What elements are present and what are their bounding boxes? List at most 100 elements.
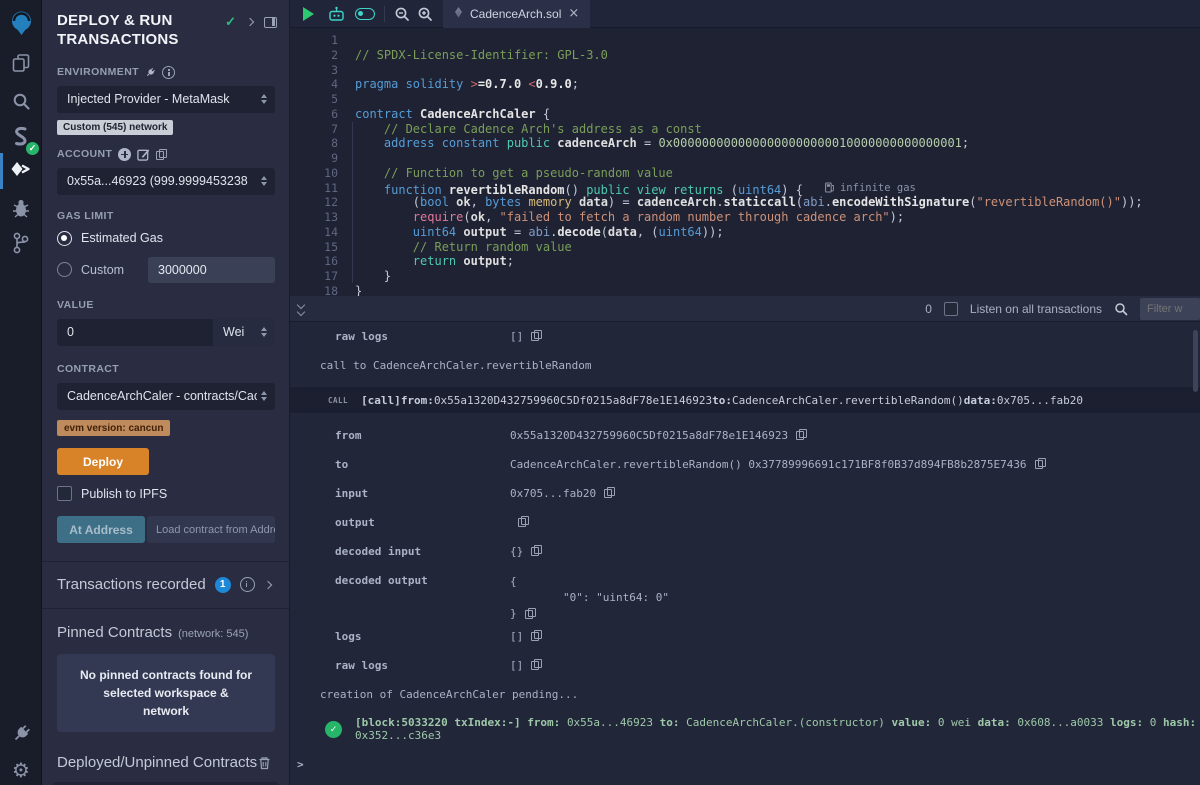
account-select[interactable]: 0x55a...46923 (999.9999453238	[57, 168, 275, 195]
copy-icon[interactable]	[796, 429, 806, 440]
sign-message-icon[interactable]	[137, 148, 150, 161]
deploy-button[interactable]: Deploy	[57, 448, 149, 475]
terminal-key: to	[335, 458, 348, 471]
line-number: 17	[290, 269, 338, 284]
value-unit-select[interactable]: Wei	[213, 319, 275, 346]
code-line[interactable]: 4pragma solidity >=0.7.0 <0.9.0;	[290, 77, 1200, 92]
code-line[interactable]: 9	[290, 151, 1200, 166]
line-number: 11	[290, 181, 338, 196]
file-explorer-icon[interactable]	[0, 52, 42, 74]
copy-icon[interactable]	[531, 545, 541, 556]
run-script-play-icon[interactable]	[303, 7, 314, 21]
terminal-kv-row: toCadenceArchCaler.revertibleRandom() 0x…	[320, 458, 1200, 471]
line-number: 10	[290, 166, 338, 181]
transactions-expand-icon[interactable]	[264, 580, 272, 588]
terminal-prompt[interactable]: >	[297, 758, 1200, 771]
close-tab-icon[interactable]: ×	[568, 7, 579, 20]
code-line[interactable]: 17 }	[290, 269, 1200, 284]
code-line[interactable]: 11 function revertibleRandom() public vi…	[290, 181, 1200, 196]
ai-assistant-robot-icon[interactable]	[328, 6, 345, 22]
code-line[interactable]: 10 // Function to get a pseudo-random va…	[290, 166, 1200, 181]
filter-input[interactable]	[1140, 298, 1200, 320]
collapse-terminal-icon[interactable]	[298, 302, 304, 315]
estimated-gas-label: Estimated Gas	[81, 231, 163, 245]
search-icon[interactable]	[0, 90, 42, 112]
code-line[interactable]: 15 // Return random value	[290, 240, 1200, 255]
terminal-value: []	[510, 330, 541, 343]
code-line[interactable]: 14 uint64 output = abi.decode(data, (uin…	[290, 225, 1200, 240]
transaction-count: 0	[925, 302, 932, 316]
code-line[interactable]: 8 address constant public cadenceArch = …	[290, 136, 1200, 151]
deploy-run-panel: DEPLOY & RUN TRANSACTIONS ✓ ENVIRONMENT …	[42, 0, 290, 785]
plugin-manager-icon[interactable]	[0, 720, 42, 746]
settings-icon[interactable]: ⚙	[0, 757, 42, 783]
panel-title: DEPLOY & RUN TRANSACTIONS	[57, 12, 217, 50]
panel-forward-icon[interactable]	[246, 18, 254, 26]
copy-icon[interactable]	[604, 487, 614, 498]
line-number: 4	[290, 77, 338, 92]
copy-icon[interactable]	[531, 659, 541, 670]
contract-select[interactable]: CadenceArchCaler - contracts/Cac	[57, 383, 275, 410]
at-address-input[interactable]: Load contract from Addres	[147, 516, 275, 543]
code-line[interactable]: 3	[290, 63, 1200, 78]
environment-select[interactable]: Injected Provider - MetaMask	[57, 86, 275, 113]
solidity-file-icon	[454, 7, 463, 20]
at-address-button[interactable]: At Address	[57, 516, 145, 543]
account-label: ACCOUNT	[57, 148, 112, 160]
custom-gas-input[interactable]: 3000000	[148, 257, 275, 283]
terminal-kv-row: decoded output{ "0": "uint64: 0"}	[320, 574, 1200, 622]
terminal-scrollbar[interactable]	[1193, 330, 1198, 392]
line-number: 7	[290, 122, 338, 137]
code-line[interactable]: 12 (bool ok, bytes memory data) = cadenc…	[290, 195, 1200, 210]
value-input[interactable]: 0	[57, 319, 213, 346]
environment-label: ENVIRONMENT	[57, 66, 139, 78]
debugger-icon[interactable]	[0, 196, 42, 220]
code-line[interactable]: 16 return output;	[290, 254, 1200, 269]
plug-icon[interactable]	[143, 64, 159, 80]
pinned-network-label: (network: 545)	[178, 628, 248, 640]
code-line[interactable]: 6contract CadenceArchCaler {	[290, 107, 1200, 122]
code-line[interactable]: 1	[290, 33, 1200, 48]
custom-gas-radio[interactable]	[57, 262, 72, 277]
split-view-icon[interactable]	[264, 17, 277, 28]
copy-icon[interactable]	[518, 516, 528, 527]
terminal-text-line: call to CadenceArchCaler.revertibleRando…	[320, 359, 1200, 371]
code-line[interactable]: 18}	[290, 284, 1200, 296]
publish-ipfs-checkbox[interactable]	[57, 486, 72, 501]
terminal[interactable]: raw logs[]call to CadenceArchCaler.rever…	[290, 322, 1200, 785]
zoom-out-icon[interactable]	[394, 6, 410, 22]
zoom-in-icon[interactable]	[417, 6, 433, 22]
terminal-value: 0x55a1320D432759960C5Df0215a8dF78e1E1469…	[510, 429, 806, 442]
copy-icon[interactable]	[1035, 458, 1045, 469]
transactions-info-icon[interactable]	[240, 577, 255, 592]
solidity-compiler-icon[interactable]: ✓	[0, 125, 42, 151]
terminal-success-line[interactable]: ✓[block:5033220 txIndex:-] from: 0x55a..…	[325, 716, 1200, 742]
copy-icon[interactable]	[531, 330, 541, 341]
deploy-and-run-icon[interactable]	[0, 158, 42, 184]
code-line[interactable]: 7 // Declare Cadence Arch's address as a…	[290, 122, 1200, 137]
code-line[interactable]: 13 require(ok, "failed to fetch a random…	[290, 210, 1200, 225]
copy-icon[interactable]	[531, 630, 541, 641]
environment-info-icon[interactable]	[162, 66, 175, 79]
code-line[interactable]: 2// SPDX-License-Identifier: GPL-3.0	[290, 48, 1200, 63]
terminal-kv-row: output	[320, 516, 1200, 529]
icon-rail: ✓ ⚙	[0, 0, 42, 785]
call-tag: CALL	[328, 396, 348, 405]
code-line[interactable]: 5	[290, 92, 1200, 107]
add-account-icon[interactable]	[118, 148, 131, 161]
remix-logo[interactable]	[0, 8, 42, 38]
clear-contracts-trash-icon[interactable]	[258, 756, 271, 770]
terminal-key: output	[335, 516, 375, 529]
source-control-icon[interactable]	[0, 230, 42, 256]
copy-icon[interactable]	[525, 608, 535, 619]
tab-cadencearch-sol[interactable]: CadenceArch.sol ×	[443, 0, 590, 28]
terminal-call-summary[interactable]: CALL[call] from: 0x55a1320D432759960C5Df…	[290, 387, 1200, 413]
select-stepper-icon	[261, 94, 267, 104]
copilot-toggle[interactable]	[355, 8, 375, 20]
code-editor[interactable]: 12// SPDX-License-Identifier: GPL-3.034p…	[290, 28, 1200, 296]
success-check-icon: ✓	[325, 721, 342, 738]
estimated-gas-radio[interactable]	[57, 231, 72, 246]
terminal-search-icon[interactable]	[1114, 302, 1128, 316]
listen-all-checkbox[interactable]	[944, 302, 958, 316]
copy-account-icon[interactable]	[156, 149, 166, 160]
